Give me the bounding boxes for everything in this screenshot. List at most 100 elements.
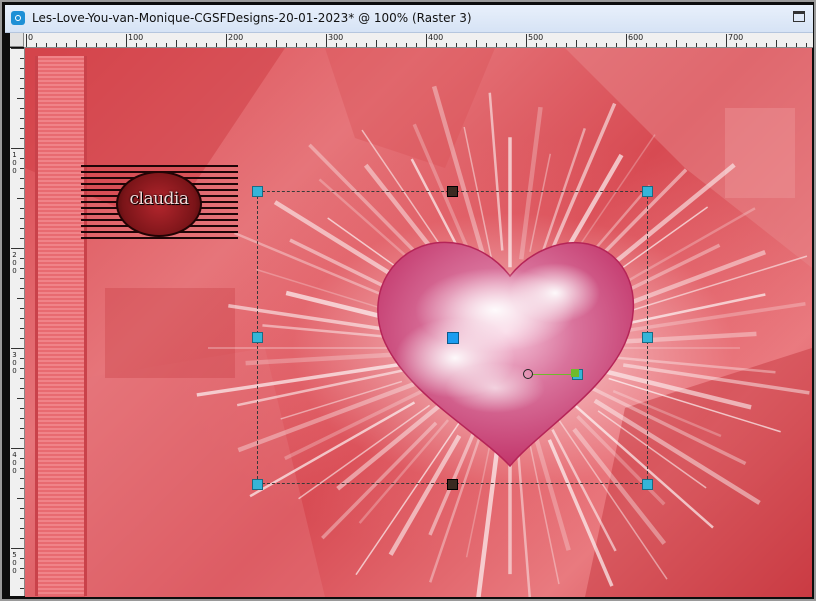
- ruler-tick: [11, 548, 24, 549]
- ruler-tick: [366, 43, 367, 47]
- ruler-tick: [20, 318, 24, 319]
- handle-top-middle[interactable]: [447, 186, 458, 197]
- ruler-tick: [436, 43, 437, 47]
- title-bar[interactable]: Les-Love-You-van-Monique-CGSFDesigns-20-…: [5, 5, 813, 33]
- ruler-tick: [126, 34, 127, 47]
- ruler-tick: [20, 68, 24, 69]
- maximize-icon[interactable]: [793, 11, 805, 22]
- logo-text: claudia: [129, 189, 190, 209]
- ruler-tick: [486, 43, 487, 47]
- ruler-label: 500: [528, 33, 544, 42]
- ruler-tick: [326, 34, 327, 47]
- handle-bottom-right[interactable]: [642, 479, 653, 490]
- ruler-tick: [20, 478, 24, 479]
- ruler-tick: [20, 228, 24, 229]
- ruler-tick: [466, 43, 467, 47]
- ruler-tick: [20, 578, 24, 579]
- ruler-tick: [26, 34, 27, 47]
- ruler-tick: [806, 43, 807, 47]
- ruler-tick: [20, 268, 24, 269]
- handle-bottom-left[interactable]: [252, 479, 263, 490]
- ruler-tick: [20, 558, 24, 559]
- ruler-tick: [20, 58, 24, 59]
- ruler-tick: [17, 98, 24, 99]
- ruler-tick: [506, 43, 507, 47]
- ruler-tick: [20, 588, 24, 589]
- ruler-tick: [746, 43, 747, 47]
- ruler-tick: [276, 40, 277, 47]
- ruler-tick: [646, 43, 647, 47]
- ruler-tick: [20, 528, 24, 529]
- ruler-tick: [11, 448, 24, 449]
- ruler-tick: [306, 43, 307, 47]
- ruler-label: 700: [728, 33, 744, 42]
- ruler-tick: [20, 408, 24, 409]
- ruler-tick: [20, 418, 24, 419]
- ruler-tick: [20, 438, 24, 439]
- ruler-tick: [20, 338, 24, 339]
- ruler-tick: [406, 43, 407, 47]
- ruler-tick: [20, 218, 24, 219]
- ruler-tick: [20, 238, 24, 239]
- ruler-tick: [20, 468, 24, 469]
- ruler-tick: [17, 498, 24, 499]
- ruler-tick: [246, 43, 247, 47]
- ruler-tick: [796, 43, 797, 47]
- ruler-tick: [216, 43, 217, 47]
- ruler-tick: [20, 278, 24, 279]
- ruler-tick: [686, 43, 687, 47]
- vertical-ruler[interactable]: 1 0 0 2 0 0 3 0 0 4 0 0 5 0 0: [10, 48, 25, 596]
- rotation-pivot-icon[interactable]: [523, 369, 533, 379]
- ruler-tick: [176, 40, 177, 47]
- image-canvas[interactable]: claudia: [25, 48, 812, 597]
- ruler-tick: [446, 43, 447, 47]
- ruler-tick: [20, 358, 24, 359]
- ruler-tick: [526, 34, 527, 47]
- ruler-tick: [20, 258, 24, 259]
- ruler-corner: [10, 33, 24, 47]
- ruler-tick: [556, 43, 557, 47]
- ruler-tick: [20, 78, 24, 79]
- ruler-tick: [166, 43, 167, 47]
- handle-bottom-middle[interactable]: [447, 479, 458, 490]
- ruler-label: 4 0 0: [12, 451, 17, 475]
- ruler-tick: [706, 43, 707, 47]
- handle-top-right[interactable]: [642, 186, 653, 197]
- ruler-tick: [156, 43, 157, 47]
- ruler-tick: [256, 43, 257, 47]
- ruler-tick: [386, 43, 387, 47]
- ruler-tick: [756, 43, 757, 47]
- ruler-tick: [716, 43, 717, 47]
- ruler-label: 600: [628, 33, 644, 42]
- handle-top-left[interactable]: [252, 186, 263, 197]
- ruler-label: 3 0 0: [12, 351, 17, 375]
- ruler-label: 300: [328, 33, 344, 42]
- ruler-tick: [396, 43, 397, 47]
- ruler-label: 1 0 0: [12, 151, 17, 175]
- app-window: Les-Love-You-van-Monique-CGSFDesigns-20-…: [0, 0, 816, 601]
- ruler-tick: [116, 43, 117, 47]
- ruler-tick: [696, 43, 697, 47]
- ruler-tick: [20, 288, 24, 289]
- handle-center[interactable]: [447, 332, 459, 344]
- handle-middle-left[interactable]: [252, 332, 263, 343]
- ruler-tick: [766, 43, 767, 47]
- horizontal-ruler[interactable]: 0 100 200 300 400 500 600 700: [24, 33, 813, 48]
- rotation-handle[interactable]: [571, 369, 579, 377]
- ruler-tick: [146, 43, 147, 47]
- ruler-tick: [20, 178, 24, 179]
- decorative-side-strip: [35, 56, 87, 596]
- ruler-tick: [20, 128, 24, 129]
- ruler-tick: [20, 458, 24, 459]
- ruler-tick: [96, 43, 97, 47]
- ruler-tick: [786, 43, 787, 47]
- handle-middle-right[interactable]: [642, 332, 653, 343]
- ruler-tick: [17, 298, 24, 299]
- ruler-tick: [20, 158, 24, 159]
- ruler-tick: [666, 43, 667, 47]
- ruler-tick: [476, 40, 477, 47]
- ruler-tick: [20, 188, 24, 189]
- ruler-tick: [56, 43, 57, 47]
- ruler-label: 0: [28, 33, 34, 42]
- ruler-tick: [36, 43, 37, 47]
